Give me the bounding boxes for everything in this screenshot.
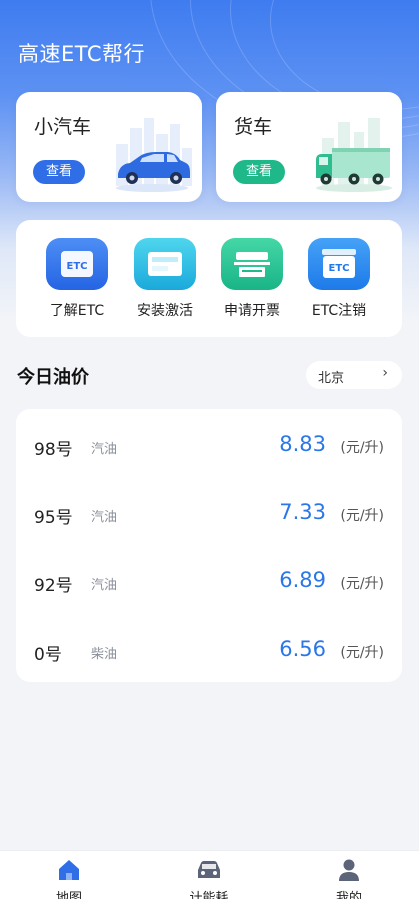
fuel-grade: 0号 bbox=[34, 645, 62, 665]
truck-card-title: 货车 bbox=[234, 116, 273, 138]
oil-price-row: 92号 汽油 6.89 (元/升) bbox=[16, 547, 402, 615]
service-label: 了解ETC bbox=[49, 303, 105, 319]
car-card-title: 小汽车 bbox=[34, 116, 92, 138]
bottom-tab-bar: 地图 计能耗 我的 bbox=[0, 850, 419, 899]
fuel-kind: 汽油 bbox=[91, 578, 118, 593]
tab-map[interactable]: 地图 bbox=[29, 858, 109, 899]
service-label: ETC注销 bbox=[311, 303, 367, 319]
fuel-unit: (元/升) bbox=[340, 508, 384, 524]
tab-label: 地图 bbox=[55, 891, 82, 899]
car-card[interactable]: 小汽车 查看 bbox=[16, 92, 202, 202]
fuel-grade: 95号 bbox=[34, 508, 73, 528]
oil-price-row: 98号 汽油 8.83 (元/升) bbox=[16, 411, 402, 479]
oil-price-list: 98号 汽油 8.83 (元/升) 95号 汽油 7.33 (元/升) 92号 … bbox=[16, 409, 402, 682]
truck-illustration bbox=[316, 118, 392, 192]
city-selector[interactable]: 北京 › bbox=[306, 361, 402, 389]
service-grid: ETC 了解ETC 安装激活 申请开票 ETC ETC注销 bbox=[16, 220, 402, 337]
oil-price-row: 0号 柴油 6.56 (元/升) bbox=[16, 616, 402, 684]
home-icon bbox=[29, 858, 109, 882]
fuel-price: 6.89 bbox=[279, 568, 326, 592]
truck-view-button[interactable]: 查看 bbox=[233, 160, 285, 184]
oil-price-title: 今日油价 bbox=[17, 367, 89, 388]
svg-text:ETC: ETC bbox=[329, 263, 350, 274]
car-icon bbox=[169, 858, 249, 882]
car-illustration bbox=[116, 118, 192, 192]
fuel-price: 7.33 bbox=[279, 500, 326, 524]
fuel-grade: 98号 bbox=[34, 440, 73, 460]
city-name: 北京 bbox=[318, 371, 345, 386]
service-install-activate[interactable]: 安装激活 bbox=[125, 238, 205, 320]
truck-card[interactable]: 货车 查看 bbox=[216, 92, 402, 202]
service-label: 申请开票 bbox=[224, 303, 280, 319]
device-install-icon bbox=[134, 238, 196, 290]
fuel-grade: 92号 bbox=[34, 576, 73, 596]
car-view-button[interactable]: 查看 bbox=[33, 160, 85, 184]
service-cancel-etc[interactable]: ETC ETC注销 bbox=[299, 238, 379, 320]
tab-mine[interactable]: 我的 bbox=[309, 858, 389, 899]
fuel-unit: (元/升) bbox=[340, 576, 384, 592]
fuel-price: 8.83 bbox=[279, 432, 326, 456]
fuel-unit: (元/升) bbox=[340, 440, 384, 456]
service-apply-invoice[interactable]: 申请开票 bbox=[212, 238, 292, 320]
printer-icon bbox=[221, 238, 283, 290]
etc-cancel-icon: ETC bbox=[308, 238, 370, 290]
fuel-kind: 汽油 bbox=[91, 442, 118, 457]
etc-card-icon: ETC bbox=[46, 238, 108, 290]
tab-energy[interactable]: 计能耗 bbox=[169, 858, 249, 899]
service-label: 安装激活 bbox=[137, 303, 193, 319]
oil-price-row: 95号 汽油 7.33 (元/升) bbox=[16, 479, 402, 547]
tab-label: 计能耗 bbox=[189, 891, 229, 899]
tab-label: 我的 bbox=[335, 891, 362, 899]
service-learn-etc[interactable]: ETC 了解ETC bbox=[37, 238, 117, 320]
fuel-unit: (元/升) bbox=[340, 645, 384, 661]
fuel-kind: 汽油 bbox=[91, 510, 118, 525]
svg-text:ETC: ETC bbox=[67, 261, 88, 272]
fuel-price: 6.56 bbox=[279, 637, 326, 661]
fuel-kind: 柴油 bbox=[91, 647, 118, 662]
user-icon bbox=[309, 858, 389, 882]
chevron-right-icon: › bbox=[382, 365, 388, 381]
app-title: 高速ETC帮行 bbox=[18, 42, 146, 66]
